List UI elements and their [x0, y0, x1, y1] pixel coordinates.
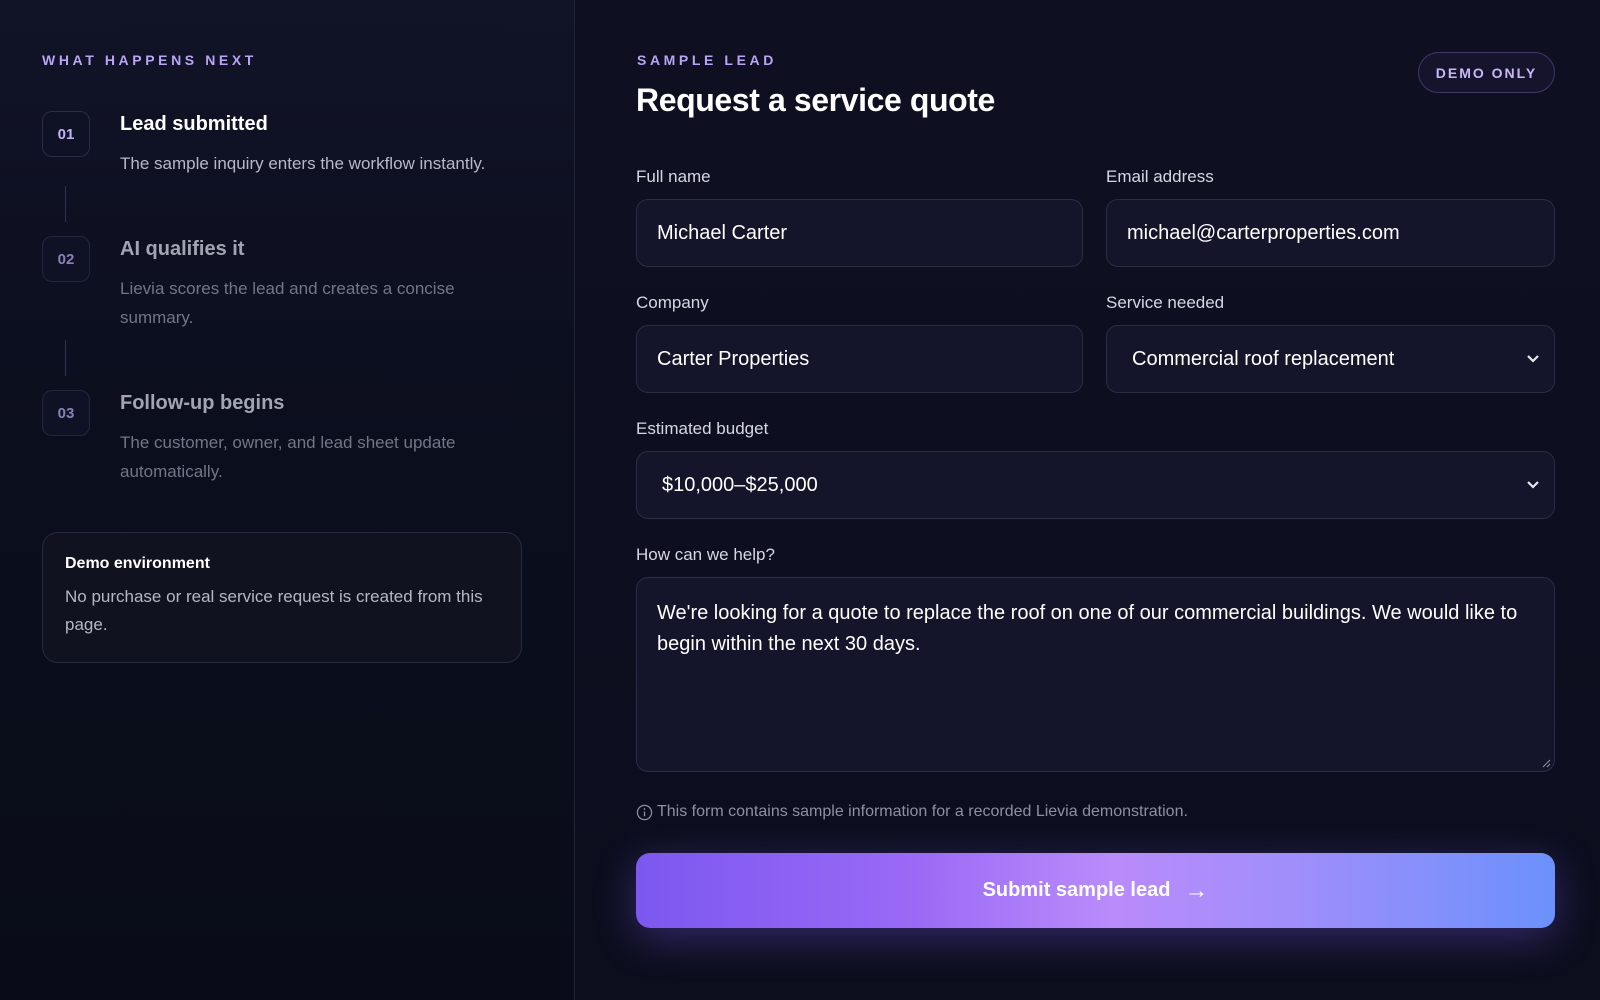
step-title: AI qualifies it — [120, 238, 245, 260]
message-label: How can we help? — [636, 545, 775, 564]
arrow-right-icon: → — [1184, 876, 1209, 904]
note-text: This form contains sample information fo… — [657, 803, 1188, 820]
company-input[interactable]: Carter Properties — [636, 325, 1083, 393]
sample-info-note: This form contains sample information fo… — [636, 803, 1188, 821]
step-lead-submitted: 01 Lead submitted The sample inquiry ent… — [42, 111, 522, 181]
demo-notice-title: Demo environment — [65, 555, 210, 572]
sidebar-eyebrow: WHAT HAPPENS NEXT — [42, 52, 257, 68]
budget-value: $10,000–$25,000 — [662, 473, 818, 496]
step-number: 02 — [42, 236, 90, 282]
submit-sample-lead-button[interactable]: Submit sample lead → — [636, 853, 1555, 928]
chevron-down-icon — [1526, 480, 1540, 490]
step-description: The sample inquiry enters the workflow i… — [120, 154, 486, 173]
step-connector — [65, 340, 66, 376]
demo-only-badge: DEMO ONLY — [1418, 52, 1555, 93]
company-label: Company — [636, 293, 709, 312]
budget-select[interactable]: $10,000–$25,000 — [636, 451, 1555, 519]
email-input[interactable]: michael@carterproperties.com — [1106, 199, 1555, 267]
service-select[interactable]: Commercial roof replacement — [1106, 325, 1555, 393]
step-description: The customer, owner, and lead sheet upda… — [120, 433, 456, 481]
step-connector — [65, 186, 66, 222]
chevron-down-icon — [1526, 354, 1540, 364]
budget-label: Estimated budget — [636, 419, 769, 438]
workflow-sidebar: WHAT HAPPENS NEXT 01 Lead submitted The … — [0, 0, 575, 1000]
step-number: 03 — [42, 390, 90, 436]
resize-handle-icon[interactable] — [1541, 758, 1551, 768]
message-textarea[interactable]: We're looking for a quote to replace the… — [636, 577, 1555, 772]
submit-label: Submit sample lead — [982, 879, 1171, 901]
full-name-label: Full name — [636, 167, 711, 186]
full-name-input[interactable]: Michael Carter — [636, 199, 1083, 267]
service-label: Service needed — [1106, 293, 1225, 312]
step-number: 01 — [42, 111, 90, 157]
demo-notice-text: No purchase or real service request is c… — [65, 587, 483, 634]
step-title: Lead submitted — [120, 113, 268, 135]
message-value: We're looking for a quote to replace the… — [657, 602, 1518, 655]
step-title: Follow-up begins — [120, 392, 285, 414]
company-value: Carter Properties — [657, 347, 810, 370]
full-name-value: Michael Carter — [657, 221, 788, 244]
step-follow-up: 03 Follow-up begins The customer, owner,… — [42, 390, 522, 490]
form-eyebrow: SAMPLE LEAD — [637, 52, 777, 68]
step-description: Lievia scores the lead and creates a con… — [120, 279, 455, 327]
demo-environment-notice: Demo environment No purchase or real ser… — [42, 532, 522, 663]
page-title: Request a service quote — [636, 82, 995, 118]
email-value: michael@carterproperties.com — [1127, 221, 1400, 244]
email-label: Email address — [1106, 167, 1214, 186]
step-ai-qualifies: 02 AI qualifies it Lievia scores the lea… — [42, 236, 522, 336]
service-value: Commercial roof replacement — [1132, 347, 1395, 370]
info-icon — [636, 804, 653, 820]
